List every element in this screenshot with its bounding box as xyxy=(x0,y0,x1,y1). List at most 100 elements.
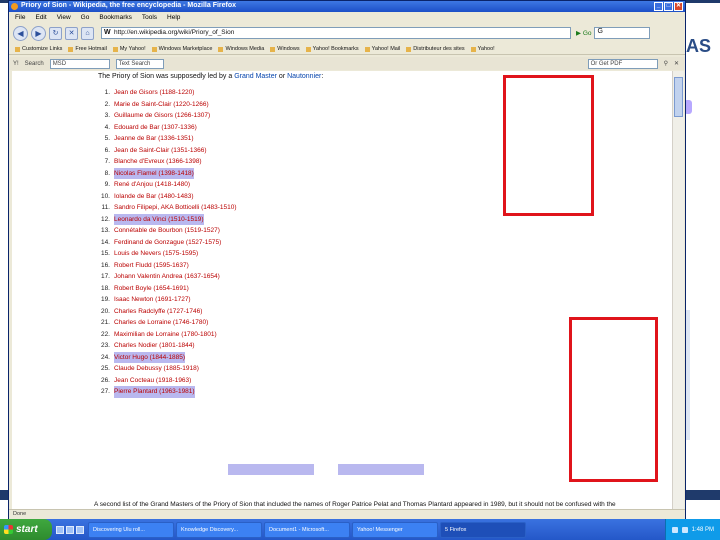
taskbar-item[interactable]: Discovering Ulu roll... xyxy=(88,521,174,538)
grand-master-link[interactable]: Ferdinand de Gonzague (1527-1575) xyxy=(114,237,221,249)
grand-master-link[interactable]: Blanche d'Evreux (1366-1398) xyxy=(114,156,202,168)
back-icon[interactable]: ◀ xyxy=(13,25,28,41)
taskbar-item[interactable]: Knowledge Discovery... xyxy=(176,521,262,538)
menu-view[interactable]: View xyxy=(57,14,71,21)
grand-master-link[interactable]: Claude Debussy (1885-1918) xyxy=(114,363,199,375)
menu-tools[interactable]: Tools xyxy=(142,14,157,21)
search-engine-letter: G xyxy=(597,28,603,35)
bookmark-item[interactable]: Windows Marketplace xyxy=(151,46,212,52)
annotation-box xyxy=(503,75,594,216)
bookmark-label: Windows xyxy=(277,46,300,52)
intro-text-end: : xyxy=(321,73,324,80)
quick-launch-icon[interactable] xyxy=(66,525,74,534)
footer-paragraph: A second list of the Grand Masters of th… xyxy=(94,501,616,508)
bookmark-icon xyxy=(218,46,224,52)
grand-master-link[interactable]: Iolande de Bar (1480-1483) xyxy=(114,191,194,203)
list-item-number: 5. xyxy=(104,135,110,142)
bookmark-item[interactable]: Windows xyxy=(270,46,300,52)
grand-master-link[interactable]: Marie de Saint-Clair (1220-1266) xyxy=(114,99,209,111)
toolbar-search-input[interactable]: MSD xyxy=(49,58,110,69)
menu-bookmarks[interactable]: Bookmarks xyxy=(99,14,132,21)
list-item: 27. Pierre Plantard (1963-1981) xyxy=(94,386,494,398)
home-icon[interactable]: ⌂ xyxy=(81,26,94,40)
bookmark-label: Customize Links xyxy=(22,46,63,52)
grand-master-link[interactable]: Maximilian de Lorraine (1780-1801) xyxy=(114,329,217,341)
nautonnier-link[interactable]: Nautonnier xyxy=(287,73,321,80)
address-bar[interactable]: W http://en.wikipedia.org/wiki/Priory_of… xyxy=(101,27,571,39)
grand-master-link[interactable]: Robert Fludd (1595-1637) xyxy=(114,260,189,272)
grand-master-link[interactable]: Pierre Plantard (1963-1981) xyxy=(114,386,195,398)
grand-master-link[interactable]: Victor Hugo (1844-1885) xyxy=(114,351,186,363)
grand-master-link[interactable]: Grand Master xyxy=(234,73,277,80)
grand-master-link[interactable]: Leonardo da Vinci (1510-1519) xyxy=(114,213,204,225)
taskbar-item-active[interactable]: 5 Firefox xyxy=(440,521,526,538)
grand-master-link[interactable]: Connétable de Bourbon (1519-1527) xyxy=(114,225,220,237)
list-item-number: 10. xyxy=(100,192,110,200)
address-url: http://en.wikipedia.org/wiki/Priory_of_S… xyxy=(114,29,235,36)
bookmark-item[interactable]: Windows Media xyxy=(218,46,264,52)
start-label: start xyxy=(16,524,38,535)
text-search-select[interactable]: Text Search xyxy=(115,58,164,69)
list-item-number: 8. xyxy=(104,169,110,177)
list-item: 4. Edouard de Bar (1307-1336) xyxy=(94,122,494,134)
tray-icon[interactable] xyxy=(671,526,678,533)
menu-file[interactable]: File xyxy=(15,14,25,21)
minimize-button[interactable]: _ xyxy=(654,2,663,11)
bookmark-item[interactable]: Yahoo! Mail xyxy=(364,46,400,52)
list-item: 2. Marie de Saint-Clair (1220-1266) xyxy=(94,99,494,111)
bookmark-item[interactable]: Distributeur des sites xyxy=(406,46,465,52)
go-button[interactable]: ▶ Go xyxy=(576,29,591,37)
forward-icon[interactable]: ▶ xyxy=(31,25,46,41)
close-button[interactable]: ✕ xyxy=(674,2,683,11)
magnifier-icon[interactable]: ⚲ xyxy=(664,60,668,67)
yahoo-logo[interactable]: Y! xyxy=(13,61,19,67)
grand-master-link[interactable]: Jean de Saint-Clair (1351-1366) xyxy=(114,145,207,157)
menu-edit[interactable]: Edit xyxy=(35,14,46,21)
grand-master-link[interactable]: Edouard de Bar (1307-1336) xyxy=(114,122,197,134)
list-item: 6. Jean de Saint-Clair (1351-1366) xyxy=(94,145,494,157)
grand-master-link[interactable]: Guillaume de Gisors (1266-1307) xyxy=(114,110,210,122)
list-item: 5. Jeanne de Bar (1336-1351) xyxy=(94,133,494,145)
grand-master-link[interactable]: René d'Anjou (1418-1480) xyxy=(114,179,190,191)
search-engine-box[interactable]: G xyxy=(594,27,651,39)
yahoo-toolbar: Y! Search MSD Text Search Or Get PDF ⚲ ✕ xyxy=(9,57,685,70)
toolbar-close-icon[interactable]: ✕ xyxy=(674,60,679,67)
grand-master-link[interactable]: Charles de Lorraine (1746-1780) xyxy=(114,317,208,329)
bookmark-item[interactable]: My Yahoo! xyxy=(112,46,146,52)
menu-help[interactable]: Help xyxy=(167,14,180,21)
stop-icon[interactable]: ✕ xyxy=(65,26,78,40)
pdf-search-input[interactable]: Or Get PDF xyxy=(587,58,658,69)
taskbar-item[interactable]: Yahoo! Messenger xyxy=(352,521,438,538)
menu-go[interactable]: Go xyxy=(81,14,90,21)
grand-master-link[interactable]: Isaac Newton (1691-1727) xyxy=(114,294,191,306)
grand-master-link[interactable]: Jeanne de Bar (1336-1351) xyxy=(114,133,194,145)
grand-master-link[interactable]: Charles Radclyffe (1727-1746) xyxy=(114,306,202,318)
list-item-number: 4. xyxy=(104,123,110,131)
grand-master-link[interactable]: Charles Nodier (1801-1844) xyxy=(114,340,195,352)
toolbar-search-label: Search xyxy=(24,60,44,67)
grand-master-link[interactable]: Jean Cocteau (1918-1963) xyxy=(114,375,191,387)
bookmark-icon xyxy=(406,46,412,52)
list-item: 13. Connétable de Bourbon (1519-1527) xyxy=(94,225,494,237)
grand-master-link[interactable]: Johann Valentin Andrea (1637-1654) xyxy=(114,271,220,283)
list-item-number: 19. xyxy=(100,296,110,303)
vertical-scrollbar[interactable] xyxy=(672,71,684,509)
window-controls: _ □ ✕ xyxy=(654,2,683,11)
start-button[interactable]: start xyxy=(0,519,52,540)
reload-icon[interactable]: ↻ xyxy=(49,26,62,40)
grand-master-link[interactable]: Louis de Nevers (1575-1595) xyxy=(114,248,198,260)
quick-launch-icon[interactable] xyxy=(76,525,84,534)
bookmark-item[interactable]: Customize Links xyxy=(15,46,62,52)
tray-icon[interactable] xyxy=(681,526,688,533)
grand-master-link[interactable]: Robert Boyle (1654-1691) xyxy=(114,283,189,295)
quick-launch-icon[interactable] xyxy=(56,525,64,534)
maximize-button[interactable]: □ xyxy=(664,2,673,11)
bookmark-item[interactable]: Yahoo! xyxy=(470,46,495,52)
grand-master-link[interactable]: Jean de Gisors (1188-1220) xyxy=(114,87,194,99)
grand-master-link[interactable]: Nicolas Flamel (1398-1418) xyxy=(114,167,194,179)
scroll-thumb[interactable] xyxy=(674,77,683,117)
bookmark-item[interactable]: Free Hotmail xyxy=(68,46,107,52)
taskbar-item[interactable]: Document1 - Microsoft... xyxy=(264,521,350,538)
bookmark-item[interactable]: Yahoo! Bookmarks xyxy=(305,46,359,52)
grand-master-link[interactable]: Sandro Filipepi, AKA Botticelli (1483-15… xyxy=(114,202,237,214)
